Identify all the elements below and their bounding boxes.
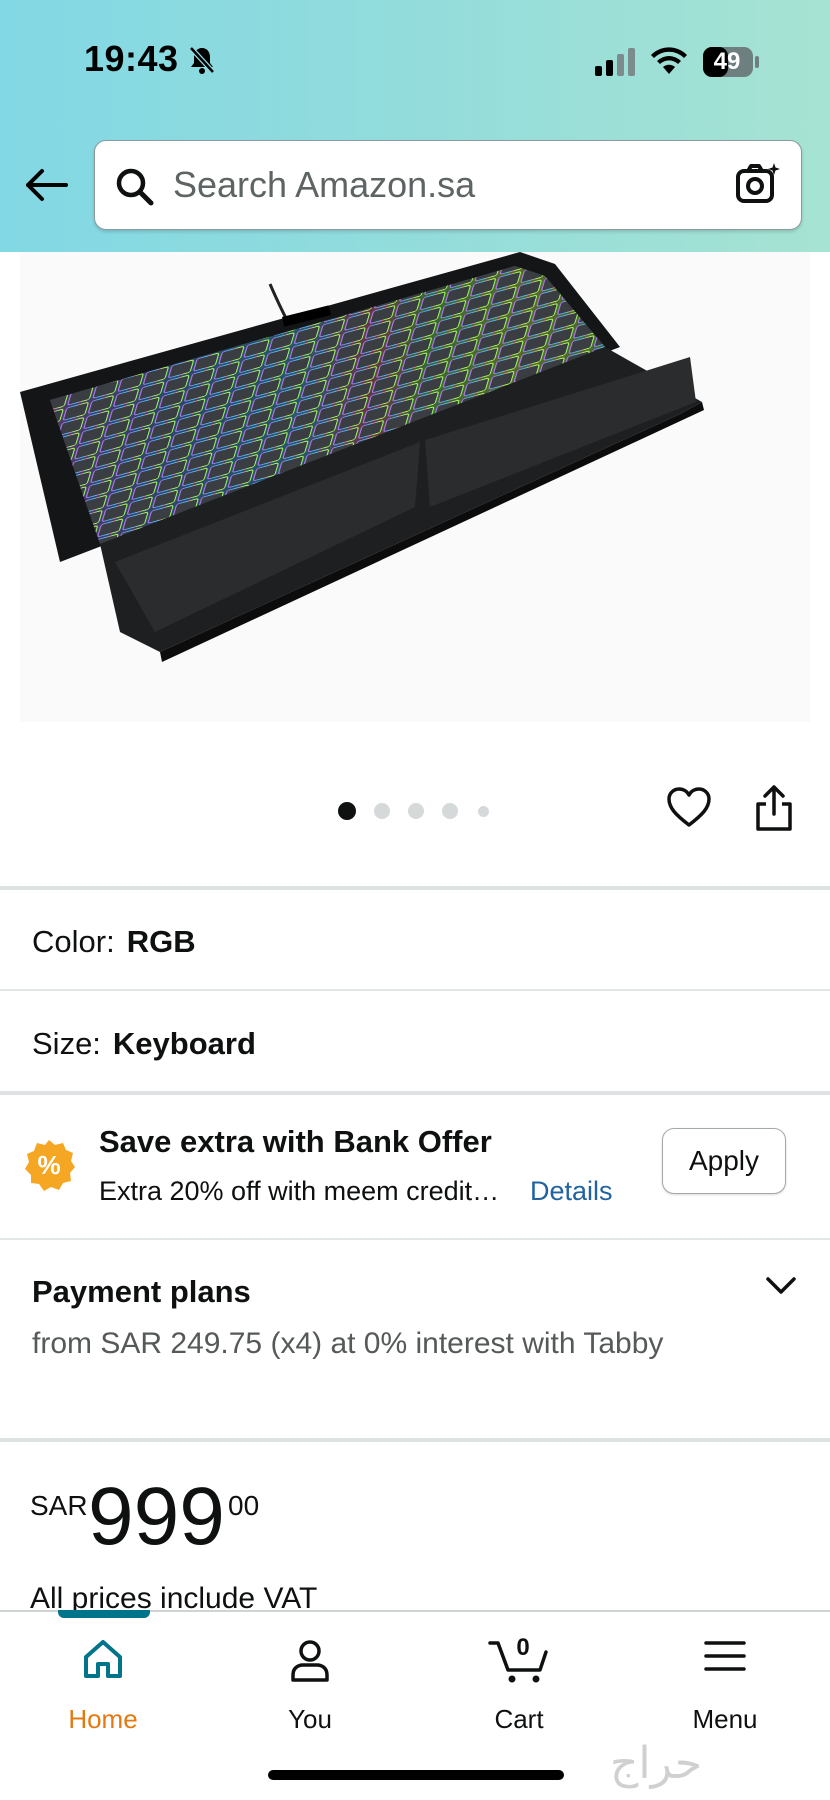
signal-icon bbox=[595, 48, 637, 81]
divider bbox=[0, 886, 830, 890]
watermark: حراج bbox=[610, 1738, 703, 1789]
price-currency: SAR bbox=[30, 1490, 88, 1521]
bank-offer-description: Extra 20% off with meem credit… bbox=[99, 1176, 500, 1206]
svg-text:%: % bbox=[37, 1150, 60, 1180]
back-arrow-icon[interactable] bbox=[24, 168, 68, 207]
product-image[interactable] bbox=[20, 252, 810, 722]
divider bbox=[0, 989, 830, 991]
nav-label: Home bbox=[68, 1704, 138, 1734]
color-option[interactable]: Color: RGB bbox=[32, 924, 196, 960]
percent-badge-icon: % bbox=[22, 1138, 76, 1197]
search-icon[interactable] bbox=[115, 167, 155, 212]
camera-search-icon[interactable] bbox=[735, 161, 781, 212]
nav-home[interactable]: Home bbox=[18, 1626, 188, 1746]
chevron-down-icon[interactable] bbox=[764, 1274, 798, 1303]
nav-label: You bbox=[288, 1704, 332, 1734]
price-fraction: 00 bbox=[228, 1490, 260, 1521]
share-icon[interactable] bbox=[754, 784, 794, 837]
home-icon bbox=[84, 1640, 122, 1678]
bell-muted-icon bbox=[188, 45, 216, 80]
active-tab-indicator bbox=[58, 1610, 150, 1618]
apply-button[interactable]: Apply bbox=[662, 1128, 786, 1194]
nav-label: Menu bbox=[692, 1704, 758, 1734]
price-whole: 999 bbox=[88, 1471, 225, 1562]
bank-offer-title: Save extra with Bank Offer bbox=[99, 1124, 492, 1159]
details-link[interactable]: Details bbox=[530, 1176, 613, 1207]
divider bbox=[0, 1091, 830, 1095]
status-time: 19:43 bbox=[84, 38, 179, 79]
size-option[interactable]: Size: Keyboard bbox=[32, 1026, 256, 1062]
nav-label: Cart bbox=[494, 1704, 544, 1734]
payment-plans-title[interactable]: Payment plans bbox=[32, 1274, 251, 1310]
carousel-dot[interactable] bbox=[338, 802, 356, 820]
option-value: RGB bbox=[126, 924, 196, 959]
payment-plans-description: from SAR 249.75 (x4) at 0% interest with… bbox=[32, 1327, 664, 1360]
option-label: Size: bbox=[32, 1026, 101, 1061]
nav-menu[interactable]: Menu bbox=[640, 1626, 810, 1746]
divider bbox=[0, 1438, 830, 1442]
nav-you[interactable]: You bbox=[225, 1626, 395, 1746]
cart-icon bbox=[488, 1641, 548, 1683]
menu-icon bbox=[704, 1641, 746, 1671]
search-bar[interactable] bbox=[94, 140, 802, 230]
home-indicator bbox=[268, 1770, 564, 1780]
option-label: Color: bbox=[32, 924, 115, 959]
heart-icon[interactable] bbox=[666, 786, 712, 833]
carousel-dot[interactable] bbox=[478, 806, 489, 817]
carousel-dot[interactable] bbox=[374, 803, 390, 819]
carousel-dot[interactable] bbox=[408, 803, 424, 819]
header: 19:43 49 bbox=[0, 0, 830, 252]
divider bbox=[0, 1238, 830, 1240]
wifi-icon bbox=[650, 46, 688, 81]
person-icon bbox=[291, 1640, 329, 1682]
carousel-dot[interactable] bbox=[442, 803, 458, 819]
search-input[interactable] bbox=[173, 159, 693, 211]
option-value: Keyboard bbox=[112, 1026, 256, 1061]
nav-cart[interactable]: 0 Cart bbox=[434, 1626, 604, 1746]
battery-level: 49 bbox=[713, 48, 741, 75]
